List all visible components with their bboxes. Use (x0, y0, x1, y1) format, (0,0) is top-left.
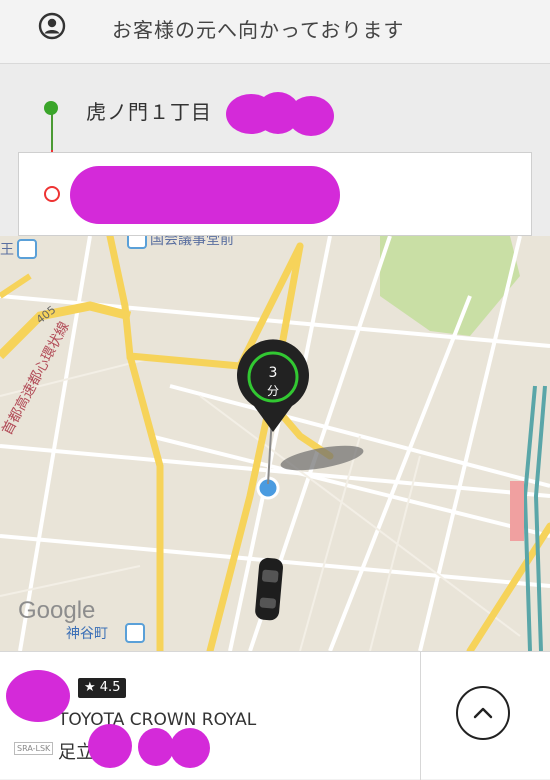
redaction-mark (288, 96, 334, 136)
redaction-mark (138, 728, 174, 766)
driver-rating-badge: ★ 4.5 (78, 678, 127, 698)
expand-panel-button[interactable] (456, 686, 510, 740)
google-logo: Google (18, 597, 95, 624)
eta-unit: 分 (267, 384, 279, 398)
redaction-mark (170, 728, 210, 768)
account-circle-icon[interactable] (38, 12, 66, 40)
eta-value: 3 (269, 365, 278, 381)
map-label-kamiyacho: 神谷町 (66, 626, 108, 642)
pickup-address[interactable]: 虎ノ門１丁目 (86, 96, 212, 125)
map-label-station-left: 王 (0, 242, 14, 258)
car-model: TOYOTA CROWN ROYAL (58, 710, 257, 730)
destination-marker-icon (44, 186, 60, 202)
panel-divider (420, 652, 421, 780)
map-label-kokkai: 国会議事堂前 (150, 236, 234, 248)
pickup-marker-icon (44, 101, 58, 115)
redaction-mark (6, 670, 70, 722)
chevron-up-icon (473, 707, 493, 719)
license-plate-icon: SRA-LSK (14, 742, 54, 755)
redaction-mark (88, 724, 132, 768)
map-view[interactable]: 405 首都高速都心環状線 国会議事堂前 王 神谷町 Google 3 分 (0, 236, 550, 651)
redaction-mark (70, 166, 340, 224)
status-title: お客様の元へ向かっております (112, 18, 405, 42)
metro-station-icon (125, 623, 145, 643)
top-bar: お客様の元へ向かっております (0, 0, 550, 64)
